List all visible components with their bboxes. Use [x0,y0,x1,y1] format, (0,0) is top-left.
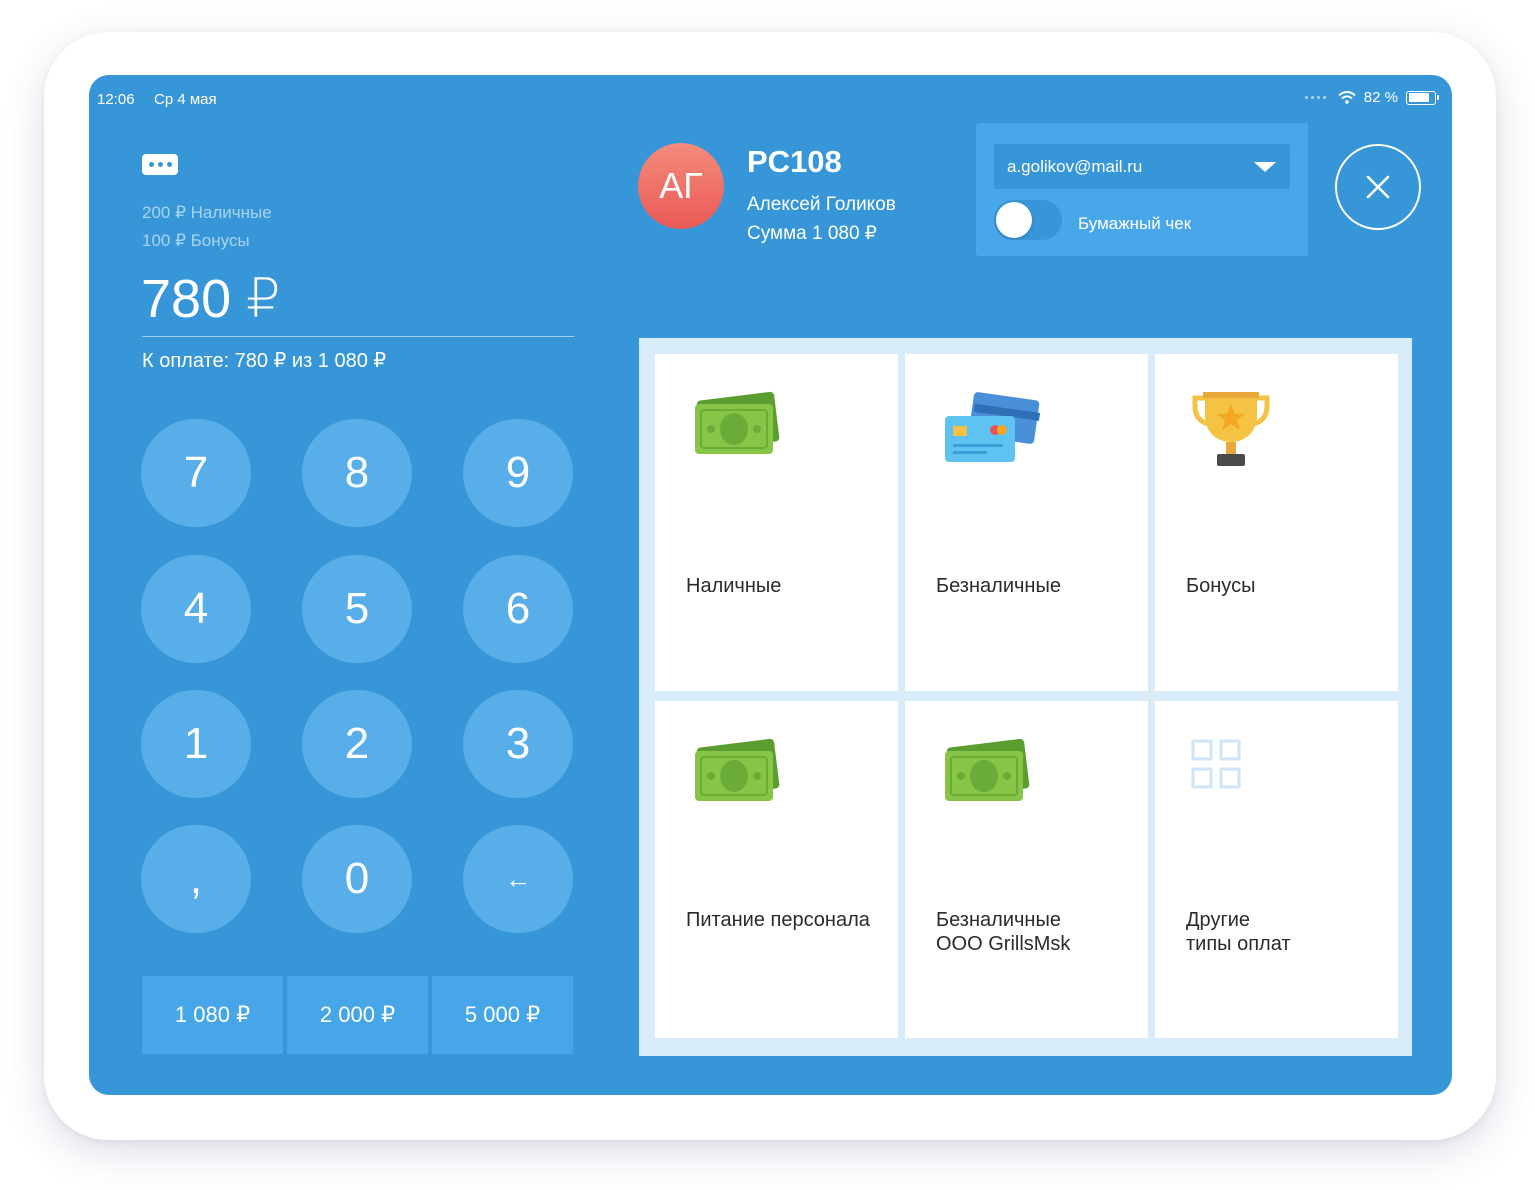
payment-method-cash[interactable]: Наличные [655,354,898,691]
cards-icon [945,392,1041,462]
key-0[interactable]: 0 [302,825,412,933]
payment-method-other[interactable]: Другие типы оплат [1155,701,1398,1038]
status-bar: 12:06 Ср 4 мая 82 % [89,75,1452,123]
amount-divider [142,336,574,337]
cash-icon [945,738,1030,801]
payment-method-label: Безналичные [936,575,1061,597]
battery-icon [1406,90,1439,105]
preset-amount-button[interactable]: 1 080 ₽ [142,976,283,1054]
grid-icon [1191,739,1241,789]
key-7[interactable]: 7 [141,419,251,527]
key-1[interactable]: 1 [141,690,251,798]
email-value: a.golikov@mail.ru [1007,157,1143,176]
customer-avatar: АГ [638,143,724,229]
chevron-down-icon [1254,162,1276,172]
payment-method-label: Наличные [686,575,782,597]
key-8[interactable]: 8 [302,419,412,527]
key-5[interactable]: 5 [302,555,412,663]
payment-method-bonus[interactable]: Бонусы [1155,354,1398,691]
payment-methods-grid: Наличные Безналичные Бонусы Питание перс… [639,338,1412,1056]
key-9[interactable]: 9 [463,419,573,527]
cash-icon [695,391,780,454]
key-6[interactable]: 6 [463,555,573,663]
cash-icon [695,738,780,801]
payment-method-staff-meal[interactable]: Питание персонала [655,701,898,1038]
paper-receipt-toggle[interactable] [994,200,1062,240]
order-code: PC108 [747,144,842,179]
status-date: Ср 4 мая [154,91,217,108]
backspace-key[interactable]: ← [463,825,573,933]
payment-screen: 12:06 Ср 4 мая 82 % 200 ₽ Наличные 100 ₽… [89,75,1452,1095]
payment-method-cashless-grillsmsk[interactable]: Безналичные ООО GrillsMsk [905,701,1148,1038]
trophy-icon [1192,392,1270,466]
payment-method-card[interactable]: Безналичные [905,354,1148,691]
paid-line: 200 ₽ Наличные [142,203,272,222]
key-4[interactable]: 4 [141,555,251,663]
payment-method-label: Питание персонала [686,909,870,931]
close-icon [1366,175,1390,199]
paid-line: 100 ₽ Бонусы [142,231,250,250]
customer-name: Алексей Голиков [747,194,896,215]
receipt-panel: a.golikov@mail.ru Бумажный чек [976,123,1308,256]
close-button[interactable] [1335,144,1421,230]
signal-icon [1304,96,1326,99]
preset-amount-button[interactable]: 5 000 ₽ [432,976,573,1054]
amount-input-display: 780 ₽ [141,269,281,329]
battery-percent: 82 % [1363,89,1398,106]
status-time: 12:06 [97,91,135,108]
key-comma[interactable]: , [141,825,251,933]
more-menu-button[interactable] [142,154,178,175]
payment-method-label: Безналичные ООО GrillsMsk [936,909,1071,955]
status-right: 82 % [1304,89,1439,106]
to-pay-label: К оплате: 780 ₽ из 1 080 ₽ [142,350,387,372]
key-2[interactable]: 2 [302,690,412,798]
wifi-icon [1338,91,1356,104]
payment-method-label: Бонусы [1186,575,1256,597]
order-sum: Сумма 1 080 ₽ [747,223,877,244]
email-select[interactable]: a.golikov@mail.ru [994,144,1290,189]
paper-receipt-label: Бумажный чек [1078,214,1192,233]
preset-amount-button[interactable]: 2 000 ₽ [287,976,428,1054]
payment-method-label: Другие типы оплат [1186,909,1291,955]
key-3[interactable]: 3 [463,690,573,798]
